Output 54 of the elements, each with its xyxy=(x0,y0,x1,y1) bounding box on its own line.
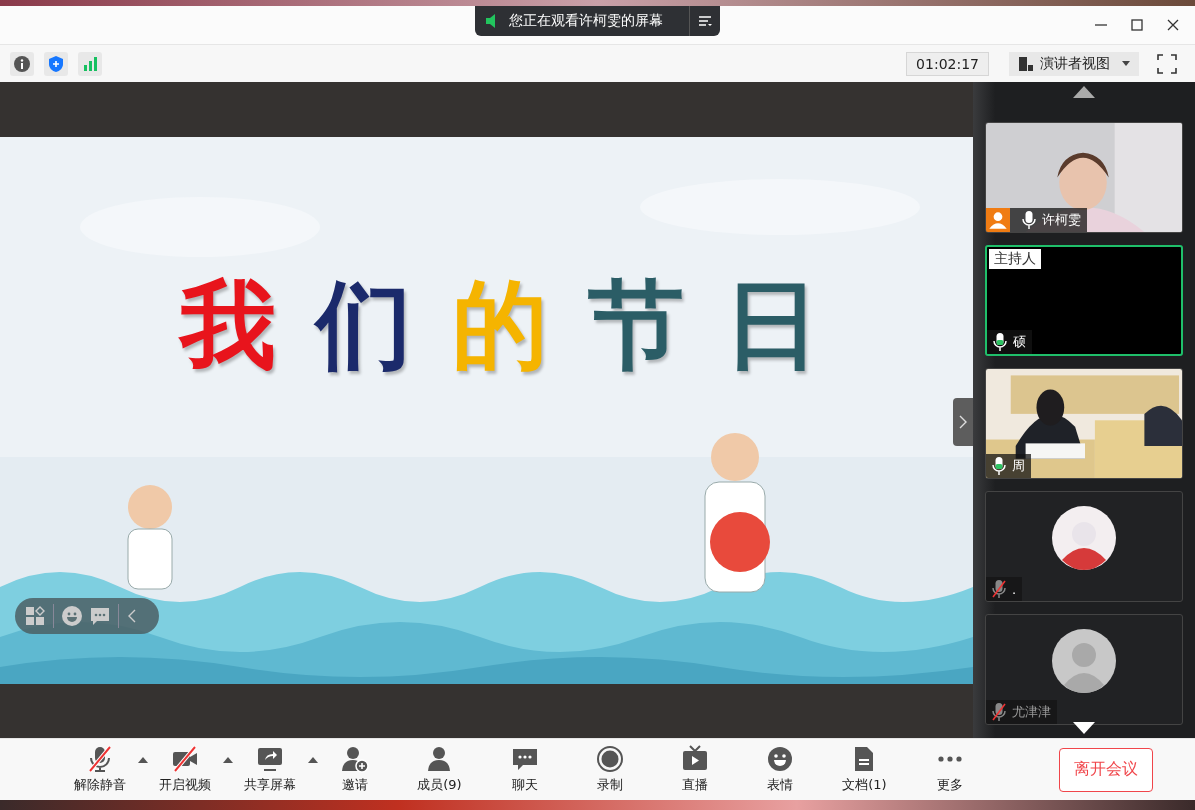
chat-button[interactable]: 聊天 xyxy=(508,745,541,794)
record-button[interactable]: 录制 xyxy=(593,745,626,794)
mic-button[interactable]: 解除静音 xyxy=(71,745,128,794)
members-button[interactable]: 成员(9) xyxy=(415,745,464,794)
share-button[interactable]: 共享屏幕 xyxy=(241,745,298,794)
participant-tile[interactable]: 尤津津 xyxy=(985,614,1183,725)
host-tag: 主持人 xyxy=(989,249,1041,269)
slide-title-char: 节 xyxy=(588,271,684,378)
name-label: 尤津津 xyxy=(986,700,1057,724)
signal-icon xyxy=(82,55,98,72)
participant-tile[interactable]: 许柯雯 xyxy=(985,122,1183,233)
participant-tile[interactable]: 周 xyxy=(985,368,1183,479)
name-label: 周 xyxy=(986,454,1031,478)
document-button[interactable]: 文档(1) xyxy=(840,745,889,794)
chevron-right-icon xyxy=(959,415,967,429)
camera-button[interactable]: 开启视频 xyxy=(156,745,213,794)
participant-tile[interactable]: . xyxy=(985,491,1183,602)
more-button[interactable]: 更多 xyxy=(933,745,966,794)
menu-icon[interactable] xyxy=(698,15,712,27)
fullscreen-icon[interactable] xyxy=(1157,53,1177,74)
view-dropdown[interactable]: 演讲者视图 xyxy=(1009,51,1139,76)
slide-title-char: 我 xyxy=(180,271,276,378)
security-button[interactable] xyxy=(44,51,68,76)
leave-meeting-button[interactable]: 离开会议 xyxy=(1059,747,1153,792)
caret-icon[interactable] xyxy=(308,757,318,763)
meeting-timer: 01:02:17 xyxy=(906,51,989,76)
maximize-icon[interactable] xyxy=(1131,19,1143,31)
emoji-icon[interactable] xyxy=(62,605,82,626)
caret-icon[interactable] xyxy=(223,757,233,763)
avatar xyxy=(1052,505,1116,570)
name-label: . xyxy=(986,577,1023,601)
name-label: 硕 xyxy=(987,330,1032,354)
slide-title-char: 的 xyxy=(452,271,548,378)
info-button[interactable] xyxy=(10,51,34,76)
scroll-up-icon[interactable] xyxy=(1073,86,1095,98)
slide-title-char: 日 xyxy=(724,271,820,378)
chevron-left-icon[interactable] xyxy=(127,607,137,624)
caret-icon xyxy=(1122,61,1130,66)
name-label: 许柯雯 xyxy=(986,208,1087,232)
apps-icon[interactable] xyxy=(25,605,45,626)
avatar xyxy=(1052,628,1116,693)
banner-text: 您正在观看许柯雯的屏幕 xyxy=(509,12,663,30)
caret-icon[interactable] xyxy=(138,757,148,763)
shield-icon xyxy=(48,55,64,72)
scroll-down-icon[interactable] xyxy=(1073,722,1095,734)
panel-toggle[interactable] xyxy=(953,398,973,446)
layout-icon xyxy=(1018,55,1034,72)
invite-button[interactable]: 邀请 xyxy=(338,745,371,794)
chat-icon[interactable] xyxy=(90,605,110,626)
participant-tile[interactable]: 主持人 硕 xyxy=(985,245,1183,356)
emoji-button[interactable]: 表情 xyxy=(763,745,796,794)
close-icon[interactable] xyxy=(1167,19,1179,31)
info-icon xyxy=(14,55,30,72)
live-button[interactable]: 直播 xyxy=(678,745,711,794)
